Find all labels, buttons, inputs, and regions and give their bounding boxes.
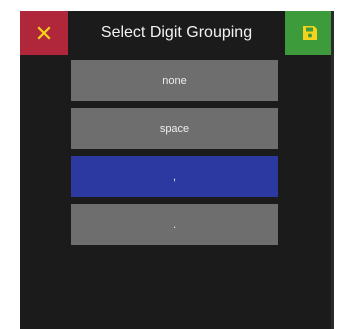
digit-grouping-dialog: Select Digit Grouping none space,. xyxy=(20,11,334,329)
scrollbar-track xyxy=(331,11,334,329)
dialog-titlebar: Select Digit Grouping xyxy=(20,11,334,55)
options-list: none space,. xyxy=(71,60,278,252)
option-button[interactable]: space xyxy=(71,108,278,149)
option-label: , xyxy=(172,170,177,183)
close-icon xyxy=(37,26,51,40)
option-button[interactable]: , xyxy=(71,156,278,197)
save-button[interactable] xyxy=(285,11,334,55)
close-button[interactable] xyxy=(20,11,68,55)
option-button[interactable]: none xyxy=(71,60,278,101)
option-label: . xyxy=(172,218,177,231)
option-button[interactable]: . xyxy=(71,204,278,245)
save-icon xyxy=(302,26,317,40)
dialog-title: Select Digit Grouping xyxy=(100,24,253,41)
option-label: space xyxy=(159,122,190,135)
option-label: none xyxy=(162,74,187,87)
